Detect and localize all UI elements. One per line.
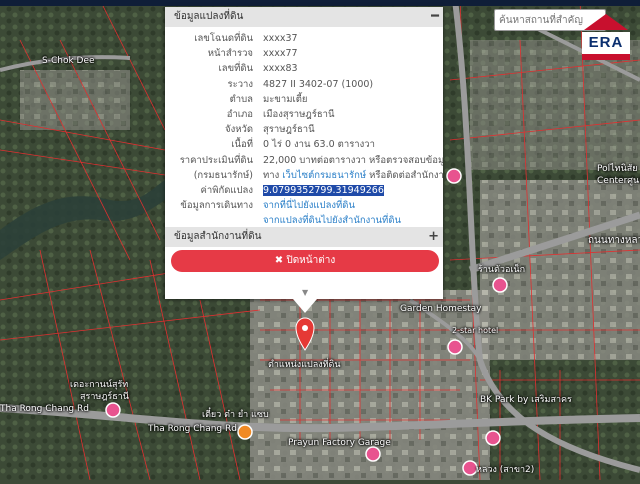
map-label-highway: ถนนทางหลวงช <box>588 235 640 246</box>
map-label-surat-thani: สุราษฎร์ธานี <box>80 392 129 402</box>
info-value: จากที่นี่ไปยังแปลงที่ดิน <box>263 198 443 213</box>
info-label: ค่าพิกัดแปลง <box>200 184 254 196</box>
expand-icon[interactable]: + <box>428 227 439 247</box>
logo-roof <box>584 14 628 30</box>
map-label-garden-homestay: Garden Homestay <box>400 304 482 314</box>
info-value: xxxx37 <box>263 33 298 44</box>
info-value: xxxx77 <box>263 48 298 60</box>
info-value: ทาง เว็บไซต์กรมธนารักษ์ หรือติดต่อสำนักง… <box>263 168 443 183</box>
info-label: อำเภอ <box>226 108 253 120</box>
office-panel-header[interactable]: ข้อมูลสำนักงานที่ดิน + <box>165 227 443 247</box>
info-label: เลขโฉนดที่ดิน <box>194 33 253 44</box>
logo-bar <box>582 54 630 60</box>
directions-to-parcel-link[interactable]: จากที่นี่ไปยังแปลงที่ดิน <box>263 200 355 211</box>
info-row-treasury: (กรมธนารักษ์) ทาง เว็บไซต์กรมธนารักษ์ หรื… <box>165 168 443 183</box>
info-row-map-sheet: ระวาง 4827 II 3402-07 (1000) <box>165 77 443 92</box>
land-info-table: เลขโฉนดที่ดิน xxxx37 หน้าสำรวจ xxxx77 เลขท… <box>165 27 443 227</box>
info-value: เมืองสุราษฎร์ธานี <box>263 108 335 120</box>
info-value: 4827 II 3402-07 (1000) <box>263 78 374 90</box>
info-row-province: จังหวัด สุราษฎร์ธานี <box>165 122 443 137</box>
treasury-text-prefix: ทาง <box>263 169 283 181</box>
info-value: 0 ไร่ 0 งาน 63.0 ตารางวา <box>263 139 375 151</box>
info-label: (กรมธนารักษ์) <box>193 169 253 181</box>
info-row-deed-number: เลขโฉนดที่ดิน xxxx37 <box>165 31 443 46</box>
info-label: จังหวัด <box>225 124 253 136</box>
info-label: ระวาง <box>227 78 253 90</box>
info-label: ตำบล <box>229 93 253 105</box>
info-row-directions: ข้อมูลการเดินทาง จากที่นี่ไปยังแปลงที่ดิน <box>165 198 443 213</box>
info-row-survey-page: หน้าสำรวจ xxxx77 <box>165 46 443 61</box>
coordinates-value[interactable]: 9.0799352799.31949266 <box>263 184 384 196</box>
close-window-button[interactable]: ✖ ปิดหน้าต่าง <box>171 250 439 272</box>
land-info-popup: ข้อมูลแปลงที่ดิน ━ เลขโฉนดที่ดิน xxxx37 ห… <box>165 7 443 313</box>
info-value: 9.0799352799.31949266 <box>263 183 443 198</box>
info-row-area: เนื้อที่ 0 ไร่ 0 งาน 63.0 ตารางวา <box>165 137 443 152</box>
map-label-center: Centerศูนย์ <box>597 176 640 186</box>
map-label-bk-park: BK Park by เสริมสาคร <box>480 395 572 405</box>
info-value: มะขามเตี้ย <box>263 93 308 105</box>
info-label: ราคาประเมินที่ดิน <box>179 154 253 166</box>
land-panel-header[interactable]: ข้อมูลแปลงที่ดิน ━ <box>165 7 443 27</box>
map-label-s-chok-dee: S-Chok Dee <box>42 56 95 66</box>
info-row-subdistrict: ตำบล มะขามเตี้ย <box>165 92 443 107</box>
top-bar <box>0 0 640 6</box>
info-row-coordinates: ค่าพิกัดแปลง 9.0799352799.31949266 <box>165 183 443 198</box>
info-value: 22,000 บาทต่อตารางวา หรือตรวจสอบข้อมูลผ่… <box>263 154 443 166</box>
logo-text: ERA <box>582 32 630 54</box>
info-label: เลขที่ดิน <box>218 63 254 75</box>
treasury-website-link[interactable]: เว็บไซต์กรมธนารักษ์ <box>282 170 366 181</box>
directions-to-office-link[interactable]: จากแปลงที่ดินไปยังสำนักงานที่ดิน <box>263 215 401 226</box>
treasury-text-suffix: หรือติดต่อสำนักงานที่ดิน <box>369 169 443 181</box>
info-row-appraisal-price: ราคาประเมินที่ดิน 22,000 บาทต่อตารางวา หร… <box>165 153 443 168</box>
era-logo: ERA <box>578 14 634 62</box>
info-row-district: อำเภอ เมืองสุราษฎร์ธานี <box>165 107 443 122</box>
map-label-road-center: Tha Rong Chang Rd <box>148 424 237 434</box>
info-label: เนื้อที่ <box>231 139 253 151</box>
office-panel-title: ข้อมูลสำนักงานที่ดิน <box>174 231 262 242</box>
close-button-label: ปิดหน้าต่าง <box>286 255 336 266</box>
map-label-branch: หลวง (สาขา2) <box>476 465 535 475</box>
map-label-noodle-shop: เตี๋ยว ต๋า ยำ แซบ <box>202 410 269 420</box>
info-value: สุราษฎร์ธานี <box>263 124 315 136</box>
land-panel-title: ข้อมูลแปลงที่ดิน <box>174 11 244 22</box>
map-label-parcel-position: ตำแหน่งแปลงที่ดิน <box>268 360 341 370</box>
info-value: xxxx83 <box>263 63 298 75</box>
map-label-garage: Prayun Factory Garage <box>288 438 391 448</box>
map-label-shop: ร้านตัวอเน็ก <box>478 265 526 275</box>
map-label-hotel-rating: 2-star hotel <box>452 326 499 335</box>
collapse-icon[interactable]: ━ <box>431 7 439 27</box>
map-label-road-west: Tha Rong Chang Rd <box>0 404 89 414</box>
info-label: ข้อมูลการเดินทาง <box>180 200 253 212</box>
close-icon: ✖ <box>274 255 284 266</box>
scroll-down-icon[interactable]: ▼ <box>302 288 308 297</box>
info-label: หน้าสำรวจ <box>207 48 253 60</box>
info-row-land-number: เลขที่ดิน xxxx83 <box>165 61 443 76</box>
